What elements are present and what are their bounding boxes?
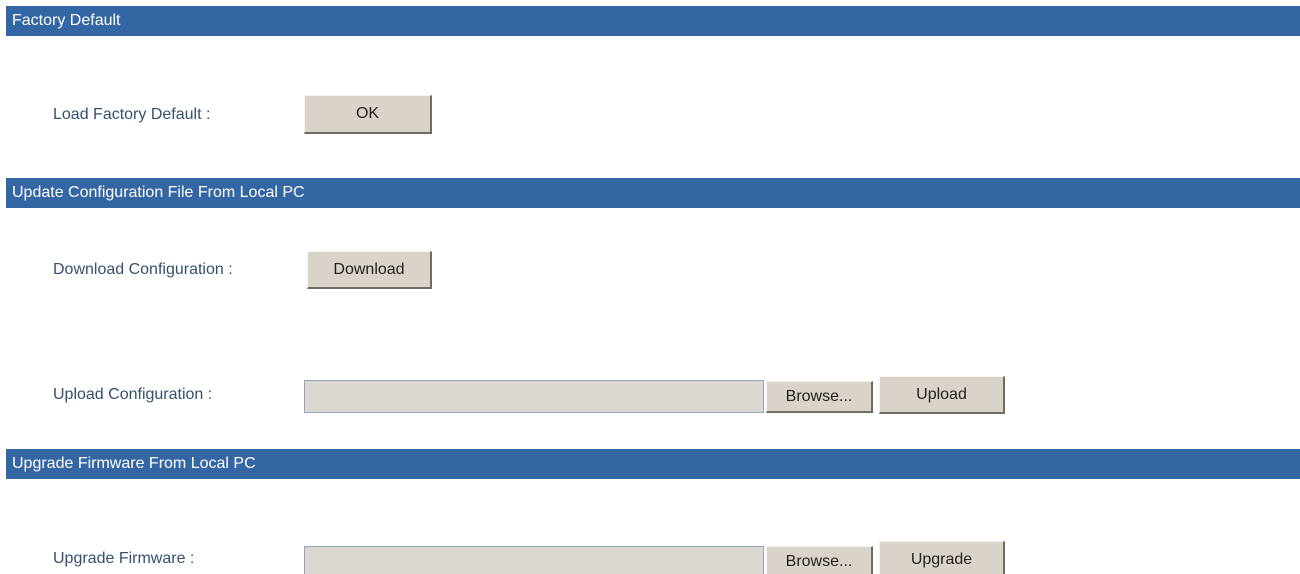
upload-browse-button[interactable]: Browse... — [766, 381, 873, 413]
load-factory-default-label: Load Factory Default : — [53, 106, 211, 123]
upgrade-firmware-label: Upgrade Firmware : — [53, 550, 195, 567]
section-header-upgrade-firmware: Upgrade Firmware From Local PC — [6, 449, 1300, 479]
upload-configuration-file-input[interactable] — [304, 380, 764, 413]
ok-button[interactable]: OK — [304, 95, 432, 134]
upgrade-button[interactable]: Upgrade — [879, 541, 1005, 574]
firmware-file-input[interactable] — [304, 546, 764, 574]
firmware-browse-button[interactable]: Browse... — [766, 546, 873, 574]
section-header-update-configuration: Update Configuration File From Local PC — [6, 178, 1300, 208]
section-header-factory-default: Factory Default — [6, 6, 1300, 36]
upload-configuration-label: Upload Configuration : — [53, 386, 213, 403]
upload-button[interactable]: Upload — [879, 376, 1005, 414]
maintenance-page: Factory Default Load Factory Default : O… — [0, 0, 1300, 574]
download-configuration-label: Download Configuration : — [53, 261, 233, 278]
download-button[interactable]: Download — [307, 251, 432, 289]
